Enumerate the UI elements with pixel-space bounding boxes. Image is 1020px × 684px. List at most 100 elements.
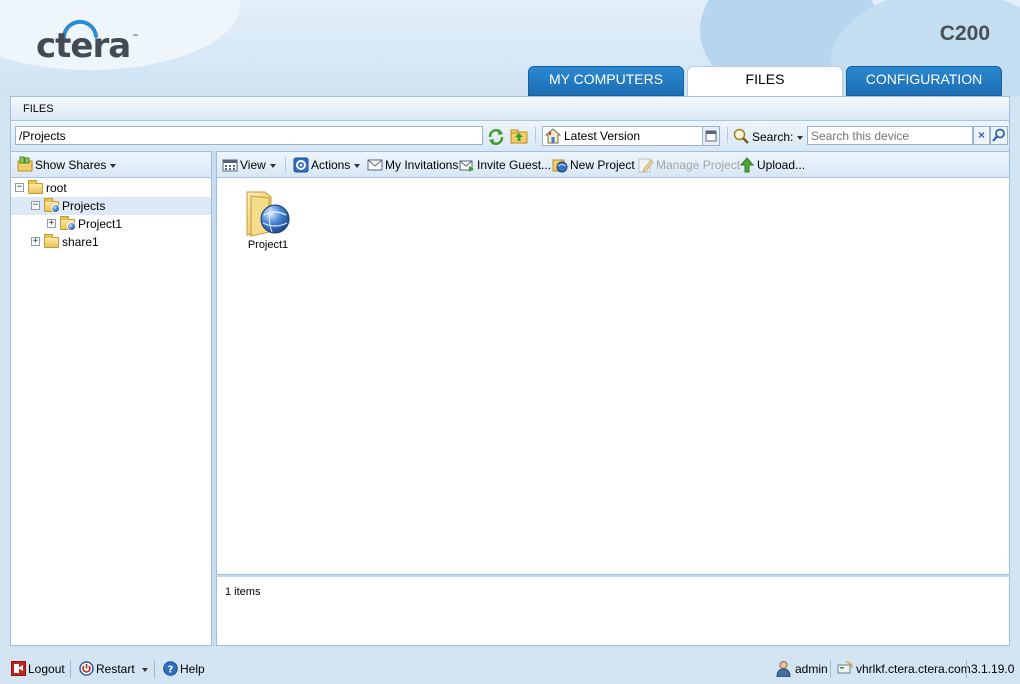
restart-label: Restart <box>96 662 135 676</box>
version-select[interactable]: Latest Version <box>542 126 720 146</box>
server-icon <box>837 661 853 677</box>
chevron-down-icon <box>269 163 276 168</box>
tree-node-label: root <box>46 181 67 195</box>
username: admin <box>795 662 828 676</box>
tree-node-label: Project1 <box>78 217 123 231</box>
tree-node-projects[interactable]: − Projects <box>11 197 211 215</box>
address-bar: Latest Version Search: × <box>10 121 1010 151</box>
user-icon <box>776 661 792 678</box>
expand-icon[interactable]: + <box>31 237 40 246</box>
view-label: View <box>240 158 266 172</box>
manage-project-pencil-icon <box>638 157 654 173</box>
svg-text:?: ? <box>168 665 174 676</box>
user-info[interactable]: admin <box>776 661 828 678</box>
tree-toolbar: Show Shares <box>11 152 211 178</box>
shares-icon <box>17 156 33 172</box>
ctera-logo: ctera ™ <box>36 18 146 68</box>
invite-guest-button[interactable]: Invite Guest... <box>459 156 551 174</box>
folder-icon <box>28 180 43 194</box>
firmware-version: 3.1.19.0 <box>971 662 1015 676</box>
chevron-down-icon <box>797 135 804 140</box>
separator <box>966 660 967 678</box>
search-scope-dropdown[interactable]: Search: <box>752 130 804 144</box>
globe-icon <box>51 204 60 213</box>
search-icon[interactable] <box>733 128 749 144</box>
my-invitations-label: My Invitations <box>385 158 459 172</box>
hostname: vhrlkf.ctera.ctera.com <box>856 662 971 676</box>
manage-project-button[interactable]: Manage Project <box>638 156 740 174</box>
logout-button[interactable]: Logout <box>11 661 65 677</box>
host-info: vhrlkf.ctera.ctera.com <box>837 661 971 677</box>
help-label: Help <box>180 662 205 676</box>
tab-configuration[interactable]: CONFIGURATION <box>846 66 1002 96</box>
restart-button[interactable]: Restart <box>79 661 148 677</box>
file-browser-panel: View Actions My Invitations Invite Guest… <box>216 151 1010 575</box>
separator <box>830 660 831 678</box>
item-count: 1 items <box>225 586 261 598</box>
view-icon <box>222 157 238 173</box>
logo-text: ctera <box>36 26 131 66</box>
upload-label: Upload... <box>757 158 806 172</box>
separator <box>727 127 728 143</box>
upload-arrow-icon <box>739 157 755 173</box>
restart-power-icon <box>79 661 95 677</box>
device-name: C200 <box>939 22 990 45</box>
refresh-icon[interactable] <box>487 128 505 146</box>
calendar-icon[interactable] <box>702 127 719 145</box>
section-title: FILES <box>10 96 1010 121</box>
new-project-label: New Project <box>570 158 635 172</box>
collapse-icon[interactable]: − <box>15 183 24 192</box>
manage-project-label: Manage Project <box>656 158 741 172</box>
tree-node-project1[interactable]: + Project1 <box>11 215 211 233</box>
separator <box>70 660 71 678</box>
tree-node-share1[interactable]: + share1 <box>11 233 211 251</box>
file-item-project1[interactable]: Project1 <box>239 187 297 257</box>
show-shares-label: Show Shares <box>35 158 107 172</box>
actions-button[interactable]: Actions <box>293 156 361 174</box>
shared-folder-globe-icon <box>246 191 290 237</box>
tab-my-computers[interactable]: MY COMPUTERS <box>528 66 684 96</box>
chevron-down-icon <box>354 163 361 168</box>
shared-folder-icon <box>44 198 60 213</box>
chevron-down-icon <box>141 667 148 672</box>
invite-guest-icon <box>459 157 475 173</box>
file-toolbar: View Actions My Invitations Invite Guest… <box>217 152 1009 178</box>
upload-button[interactable]: Upload... <box>739 156 805 174</box>
show-shares-button[interactable]: Show Shares <box>17 156 117 174</box>
collapse-icon[interactable]: − <box>31 201 40 210</box>
separator <box>285 157 286 173</box>
actions-gear-icon <box>293 157 309 173</box>
home-icon <box>544 128 562 144</box>
file-item-label: Project1 <box>247 239 289 251</box>
separator <box>154 660 155 678</box>
expand-icon[interactable]: + <box>47 219 56 228</box>
tree-node-root[interactable]: − root <box>11 179 211 197</box>
search-input[interactable] <box>807 126 973 145</box>
clear-search-button[interactable]: × <box>973 126 990 145</box>
footer-bar: Logout Restart ? Help admin vhrlkf.ctera… <box>0 652 1020 684</box>
search-label: Search: <box>752 130 794 144</box>
tree-node-label: share1 <box>62 235 99 249</box>
my-invitations-button[interactable]: My Invitations <box>367 156 458 174</box>
up-folder-icon[interactable] <box>510 127 528 145</box>
actions-label: Actions <box>311 158 351 172</box>
new-project-globe-icon <box>552 157 568 173</box>
app-header: ctera ™ C200 MY COMPUTERS FILES CONFIGUR… <box>0 0 1020 96</box>
path-input[interactable] <box>15 126 483 145</box>
search-button[interactable] <box>990 126 1008 145</box>
chevron-down-icon <box>110 163 117 168</box>
new-project-button[interactable]: New Project <box>552 156 635 174</box>
globe-icon <box>67 222 76 231</box>
view-button[interactable]: View <box>222 156 276 174</box>
magnifier-icon <box>992 128 1005 142</box>
invite-guest-label: Invite Guest... <box>477 158 552 172</box>
help-button[interactable]: ? Help <box>163 661 205 677</box>
envelope-icon <box>367 157 383 173</box>
tab-files[interactable]: FILES <box>687 66 843 96</box>
separator <box>535 127 536 143</box>
help-icon: ? <box>163 661 179 677</box>
logo-trademark: ™ <box>132 34 138 40</box>
folder-tree-panel: Show Shares − root − Projects + Project1… <box>10 151 212 646</box>
tree-node-label: Projects <box>62 199 106 213</box>
status-panel: 1 items <box>216 575 1010 646</box>
